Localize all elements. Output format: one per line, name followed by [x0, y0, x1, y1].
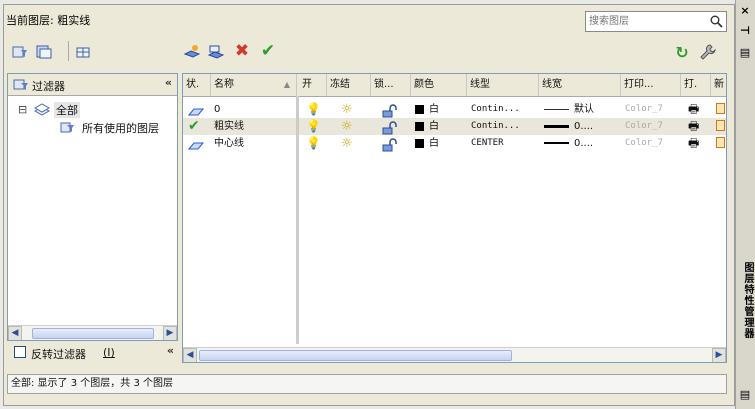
refresh-icon[interactable]: ↻ [672, 42, 692, 62]
grid-header: 状. 名称 ▲ 开 冻结 锁... 颜色 线型 线宽 打印... 打. 新 [183, 74, 726, 97]
plot-style: Color_7 [625, 138, 663, 148]
sun-thaw-icon[interactable]: ☼ [341, 101, 353, 118]
filter-node-used-layers[interactable]: 所有使用的图层 [82, 120, 159, 136]
new-vp-freeze-icon[interactable] [716, 137, 725, 148]
new-vp-freeze-icon[interactable] [716, 103, 725, 114]
bulb-on-icon[interactable]: 💡 [306, 101, 321, 118]
lineweight-sample [544, 109, 569, 110]
sun-thaw-icon[interactable]: ☼ [341, 135, 353, 152]
properties-menu-icon[interactable]: ▤ [738, 46, 752, 60]
layer-row-1[interactable]: ✔ 粗实线 💡 ☼ 白 Contin... 0.... Color_7 🖶 [183, 118, 726, 135]
color-name[interactable]: 白 [429, 101, 439, 118]
printer-icon[interactable]: 🖶 [688, 101, 699, 118]
palette-title-strip [735, 0, 755, 409]
search-icon[interactable] [710, 15, 723, 28]
color-swatch[interactable] [415, 139, 424, 148]
lineweight[interactable]: 0.... [574, 135, 593, 152]
col-linetype[interactable]: 线型 [467, 74, 539, 96]
color-name[interactable]: 白 [429, 118, 439, 135]
col-new-vp-freeze[interactable]: 新 [711, 74, 726, 96]
scroll-right-icon[interactable]: ▶ [712, 348, 726, 362]
scroll-thumb[interactable] [32, 328, 154, 339]
collapse-filter-bottom-icon[interactable]: « [167, 344, 174, 357]
color-name[interactable]: 白 [429, 135, 439, 152]
current-layer-label: 当前图层: 粗实线 [6, 14, 91, 27]
plot-style: Color_7 [625, 121, 663, 131]
all-layers-icon [34, 103, 50, 116]
invert-filter-label: 反转过滤器 [31, 348, 86, 361]
set-current-icon[interactable]: ✔ [258, 41, 278, 61]
sort-ascending-icon: ▲ [283, 80, 290, 89]
layer-row-2[interactable]: 中心线 💡 ☼ 白 CENTER 0.... Color_7 🖶 [183, 135, 726, 152]
col-plot-style[interactable]: 打印... [621, 74, 681, 96]
printer-icon[interactable]: 🖶 [688, 118, 699, 135]
lineweight-sample [544, 125, 569, 128]
filter-tree-panel: 过滤器 « ⊟ 全部 所有使用的图层 ◀ ▶ [7, 73, 178, 341]
new-group-filter-icon[interactable] [34, 42, 54, 62]
palette-title: 图层特性管理器 [742, 262, 753, 339]
layer-list-grid: 状. 名称 ▲ 开 冻结 锁... 颜色 线型 线宽 打印... 打. 新 0 … [182, 73, 727, 363]
bulb-on-icon[interactable]: 💡 [306, 118, 321, 135]
scroll-left-icon[interactable]: ◀ [183, 348, 197, 362]
used-layers-filter-icon [60, 122, 74, 133]
lineweight-sample [544, 142, 569, 144]
delete-layer-icon[interactable]: ✖ [232, 41, 252, 61]
layer-name[interactable]: 0 [214, 101, 220, 118]
new-layer-vp-frozen-icon[interactable] [206, 42, 226, 62]
sun-thaw-icon[interactable]: ☼ [341, 118, 353, 135]
col-status[interactable]: 状. [183, 74, 211, 96]
collapse-filter-pane-icon[interactable]: « [165, 76, 172, 89]
col-lineweight[interactable]: 线宽 [539, 74, 621, 96]
wrench-icon[interactable] [697, 42, 717, 62]
filter-node-all[interactable]: 全部 [54, 102, 80, 118]
invert-filter-checkbox[interactable] [14, 346, 26, 358]
invert-filter-hotkey: (I) [103, 346, 115, 359]
search-layers-box[interactable] [585, 11, 727, 32]
printer-icon[interactable]: 🖶 [688, 135, 699, 152]
bulb-on-icon[interactable]: 💡 [306, 135, 321, 152]
scroll-thumb[interactable] [199, 350, 512, 361]
col-freeze[interactable]: 冻结 [327, 74, 371, 96]
filter-tree-title: 过滤器 [32, 80, 65, 93]
invert-filter-row: 反转过滤器 (I) « [7, 343, 178, 363]
color-swatch[interactable] [415, 122, 424, 131]
new-property-filter-icon[interactable] [10, 42, 30, 62]
col-on[interactable]: 开 [299, 74, 327, 96]
scroll-left-icon[interactable]: ◀ [8, 326, 22, 340]
new-layer-icon[interactable] [182, 42, 202, 62]
col-color[interactable]: 颜色 [411, 74, 467, 96]
scroll-right-icon[interactable]: ▶ [163, 326, 177, 340]
linetype[interactable]: Contin... [471, 101, 520, 118]
layer-name[interactable]: 粗实线 [214, 118, 244, 135]
plot-style: Color_7 [625, 104, 663, 114]
toolbar-separator [68, 41, 69, 61]
col-name-label: 名称 [214, 79, 234, 90]
lineweight[interactable]: 默认 [574, 101, 594, 118]
tree-expander-icon[interactable]: ⊟ [18, 103, 27, 116]
lineweight[interactable]: 0.... [574, 118, 593, 135]
linetype[interactable]: CENTER [471, 135, 504, 152]
frozen-column-divider[interactable] [296, 96, 299, 344]
linetype[interactable]: Contin... [471, 118, 520, 135]
search-layers-input[interactable] [586, 12, 709, 31]
col-name[interactable]: 名称 ▲ [211, 74, 297, 96]
color-swatch[interactable] [415, 105, 424, 114]
auto-hide-icon[interactable]: ⊣ [738, 24, 752, 38]
new-vp-freeze-icon[interactable] [716, 120, 725, 131]
layer-row-0[interactable]: 0 💡 ☼ 白 Contin... 默认 Color_7 🖶 [183, 101, 726, 118]
filter-icon [13, 79, 28, 90]
filter-tree-hscrollbar[interactable]: ◀ ▶ [8, 325, 177, 340]
unlocked-padlock-icon[interactable] [382, 137, 398, 154]
layer-states-manager-icon[interactable] [73, 42, 93, 62]
layer-grid-hscrollbar[interactable]: ◀ ▶ [183, 347, 726, 362]
layer-name[interactable]: 中心线 [214, 135, 244, 152]
layer-status-icon [188, 142, 204, 150]
col-lock[interactable]: 锁... [371, 74, 411, 96]
palette-bottom-grip-icon[interactable]: ▤ [738, 388, 752, 402]
col-plot[interactable]: 打. [681, 74, 711, 96]
filter-tree-header: 过滤器 « [8, 74, 177, 96]
status-bar: 全部: 显示了 3 个图层，共 3 个图层 [7, 374, 727, 394]
close-icon[interactable]: × [738, 4, 752, 18]
current-layer-check-icon: ✔ [188, 118, 200, 134]
